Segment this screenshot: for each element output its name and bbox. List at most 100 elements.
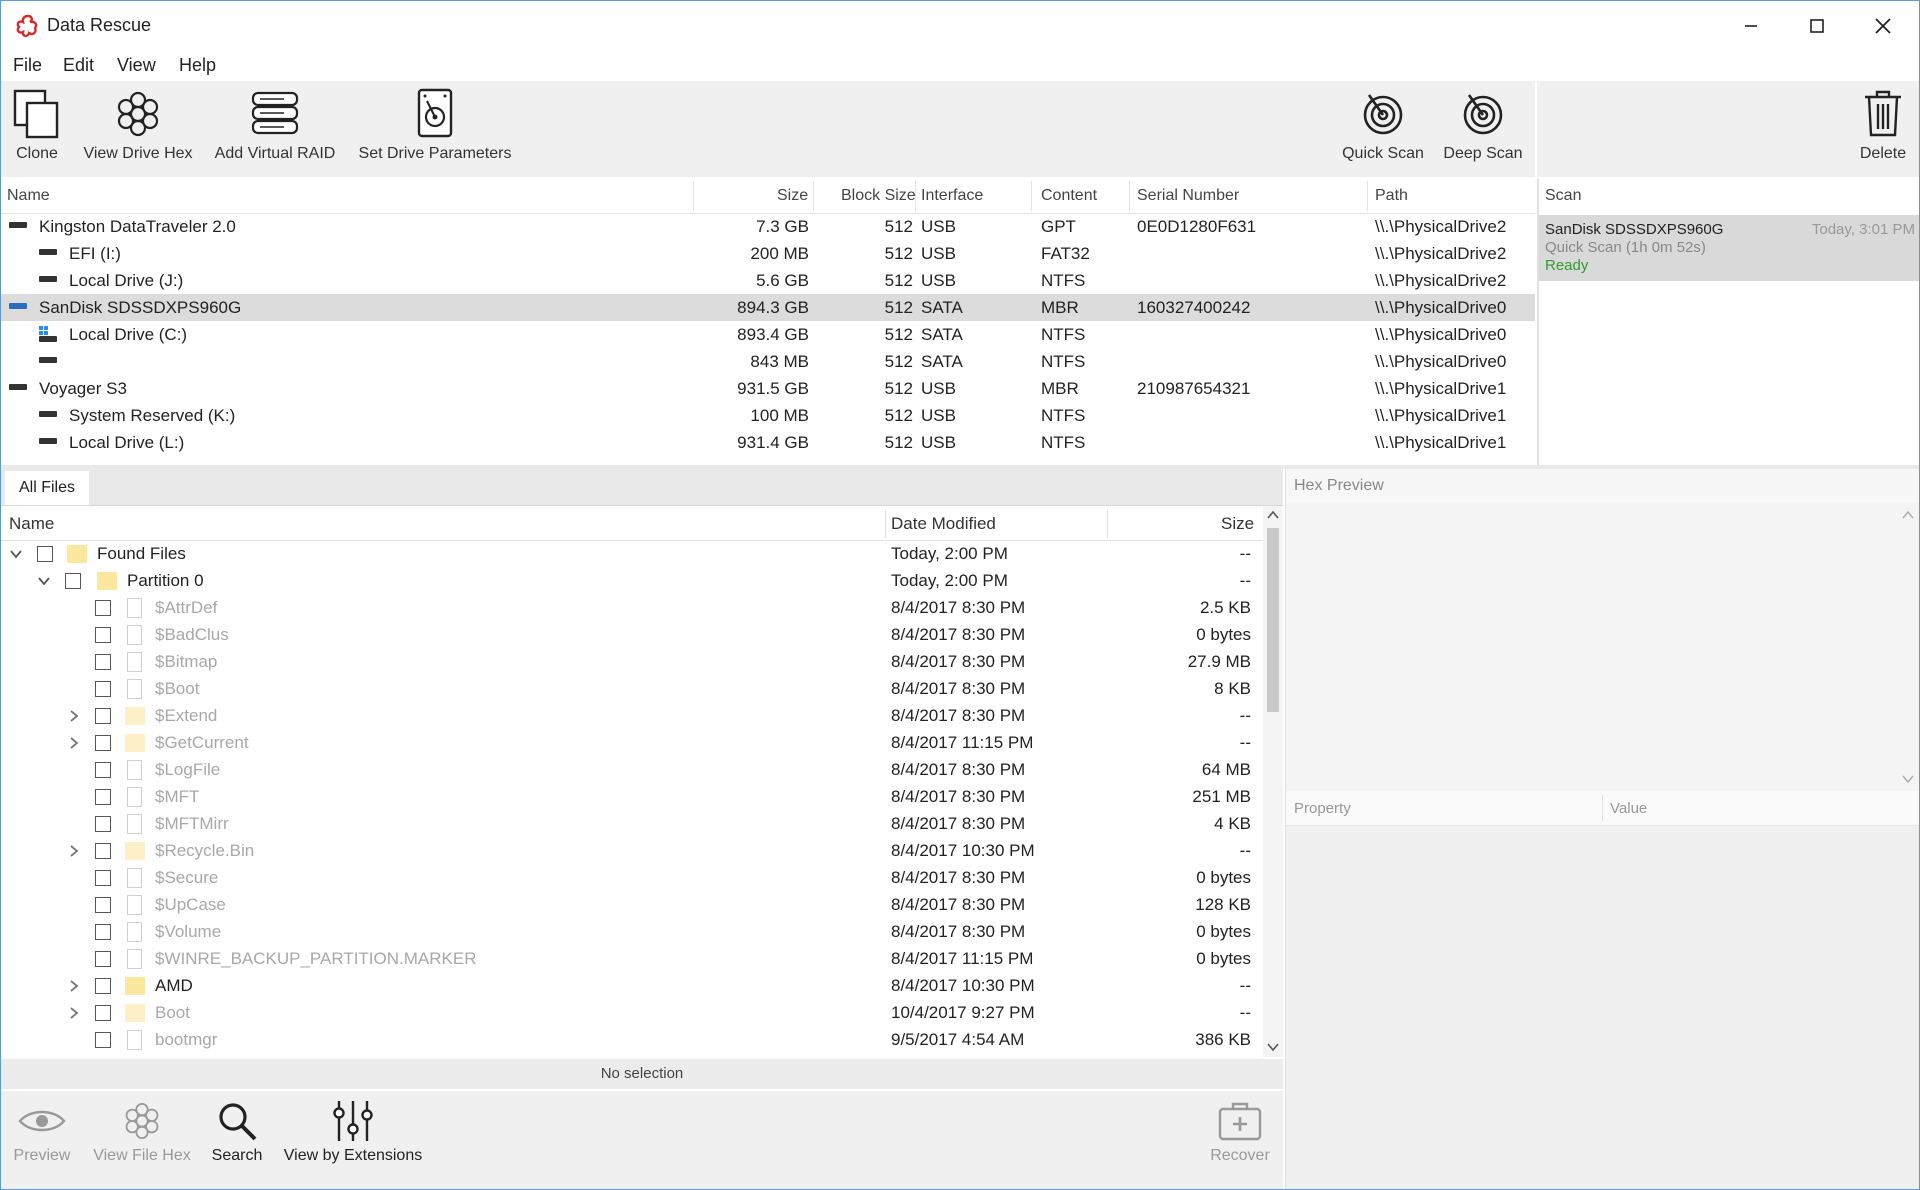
- tree-row[interactable]: $UpCase 8/4/2017 8:30 PM 128 KB: [1, 892, 1263, 919]
- drive-row-selected[interactable]: SanDisk SDSSDXPS960G 894.3 GB 512 SATA M…: [1, 294, 1535, 321]
- maximize-button[interactable]: [1785, 1, 1849, 51]
- tree-row[interactable]: $BadClus 8/4/2017 8:30 PM 0 bytes: [1, 622, 1263, 649]
- close-button[interactable]: [1851, 1, 1915, 51]
- row-checkbox[interactable]: [95, 843, 111, 859]
- chevron-down-icon[interactable]: [9, 547, 23, 561]
- drive-row[interactable]: EFI (I:) 200 MB 512 USB FAT32 \\.\Physic…: [1, 240, 1535, 267]
- row-checkbox[interactable]: [65, 573, 81, 589]
- view-file-hex-button[interactable]: View File Hex: [91, 1099, 193, 1165]
- row-checkbox[interactable]: [95, 789, 111, 805]
- tree-row[interactable]: $WINRE_BACKUP_PARTITION.MARKER 8/4/2017 …: [1, 946, 1263, 973]
- chevron-right-icon[interactable]: [67, 844, 81, 858]
- tree-row[interactable]: $GetCurrent 8/4/2017 11:15 PM --: [1, 730, 1263, 757]
- add-virtual-raid-button[interactable]: Add Virtual RAID: [213, 87, 337, 163]
- col-value[interactable]: Value: [1610, 800, 1647, 817]
- row-checkbox[interactable]: [95, 951, 111, 967]
- scan-item[interactable]: SanDisk SDSSDXPS960G Today, 3:01 PM Quic…: [1539, 215, 1919, 281]
- menu-file[interactable]: File: [13, 55, 42, 76]
- drive-row[interactable]: Local Drive (C:) 893.4 GB 512 SATA NTFS …: [1, 321, 1535, 348]
- row-checkbox[interactable]: [95, 870, 111, 886]
- deep-scan-button[interactable]: Deep Scan: [1439, 87, 1527, 163]
- row-checkbox[interactable]: [95, 762, 111, 778]
- row-checkbox[interactable]: [95, 681, 111, 697]
- tree-row[interactable]: Found Files Today, 2:00 PM --: [1, 541, 1263, 568]
- row-checkbox[interactable]: [95, 1005, 111, 1021]
- title-bar: Data Rescue: [1, 1, 1919, 51]
- view-by-extensions-button[interactable]: View by Extensions: [281, 1099, 425, 1165]
- drive-row[interactable]: Local Drive (J:) 5.6 GB 512 USB NTFS \\.…: [1, 267, 1535, 294]
- col-content[interactable]: Content: [1041, 187, 1097, 205]
- col-interface[interactable]: Interface: [921, 187, 983, 205]
- tree-row[interactable]: AMD 8/4/2017 10:30 PM --: [1, 973, 1263, 1000]
- tree-row[interactable]: $LogFile 8/4/2017 8:30 PM 64 MB: [1, 757, 1263, 784]
- tree-row[interactable]: $Secure 8/4/2017 8:30 PM 0 bytes: [1, 865, 1263, 892]
- scroll-down-icon[interactable]: [1902, 775, 1914, 783]
- preview-button[interactable]: Preview: [11, 1099, 73, 1165]
- tree-row[interactable]: $Boot 8/4/2017 8:30 PM 8 KB: [1, 676, 1263, 703]
- drive-row[interactable]: Local Drive (L:) 931.4 GB 512 USB NTFS \…: [1, 429, 1535, 456]
- drive-interface: SATA: [921, 352, 963, 371]
- scroll-up-icon[interactable]: [1902, 511, 1914, 519]
- tree-row[interactable]: $Volume 8/4/2017 8:30 PM 0 bytes: [1, 919, 1263, 946]
- col-date-modified[interactable]: Date Modified: [891, 514, 996, 534]
- tab-all-files[interactable]: All Files: [5, 471, 89, 505]
- tree-row[interactable]: $Recycle.Bin 8/4/2017 10:30 PM --: [1, 838, 1263, 865]
- tree-row[interactable]: bootmgr 9/5/2017 4:54 AM 386 KB: [1, 1027, 1263, 1055]
- row-checkbox[interactable]: [95, 654, 111, 670]
- tree-row[interactable]: $Bitmap 8/4/2017 8:30 PM 27.9 MB: [1, 649, 1263, 676]
- set-drive-parameters-button[interactable]: Set Drive Parameters: [355, 87, 515, 163]
- clone-button[interactable]: Clone: [11, 87, 63, 163]
- drive-row[interactable]: Kingston DataTraveler 2.0 7.3 GB 512 USB…: [1, 213, 1535, 240]
- drive-row[interactable]: System Reserved (K:) 100 MB 512 USB NTFS…: [1, 402, 1535, 429]
- scan-header: Scan: [1545, 187, 1582, 204]
- row-checkbox[interactable]: [37, 546, 53, 562]
- row-checkbox[interactable]: [95, 816, 111, 832]
- col-path[interactable]: Path: [1375, 187, 1408, 205]
- chevron-right-icon[interactable]: [67, 1006, 81, 1020]
- row-checkbox[interactable]: [95, 897, 111, 913]
- col-size[interactable]: Size: [1221, 514, 1254, 534]
- drive-row[interactable]: 843 MB 512 SATA NTFS \\.\PhysicalDrive0: [1, 348, 1535, 375]
- file-icon: [127, 760, 142, 780]
- col-name[interactable]: Name: [9, 514, 54, 534]
- file-list-scrollbar[interactable]: [1263, 506, 1283, 1057]
- minimize-button[interactable]: [1719, 1, 1783, 51]
- scrollbar-thumb[interactable]: [1267, 528, 1279, 712]
- col-block-size[interactable]: Block Size: [841, 187, 916, 205]
- scroll-down-icon[interactable]: [1267, 1042, 1279, 1052]
- chevron-right-icon[interactable]: [67, 979, 81, 993]
- row-checkbox[interactable]: [95, 600, 111, 616]
- view-drive-hex-button[interactable]: View Drive Hex: [83, 87, 193, 163]
- quick-scan-button[interactable]: Quick Scan: [1339, 87, 1427, 163]
- tree-row[interactable]: $AttrDef 8/4/2017 8:30 PM 2.5 KB: [1, 595, 1263, 622]
- chevron-down-icon[interactable]: [37, 574, 51, 588]
- file-date: 8/4/2017 8:30 PM: [891, 598, 1026, 617]
- hex-preview-area[interactable]: [1286, 503, 1919, 791]
- menu-view[interactable]: View: [117, 55, 156, 76]
- row-checkbox[interactable]: [95, 978, 111, 994]
- delete-button[interactable]: Delete: [1855, 87, 1911, 163]
- drive-row[interactable]: Voyager S3 931.5 GB 512 USB MBR 21098765…: [1, 375, 1535, 402]
- recover-button[interactable]: Recover: [1201, 1099, 1279, 1165]
- tree-row[interactable]: Partition 0 Today, 2:00 PM --: [1, 568, 1263, 595]
- chevron-right-icon[interactable]: [67, 709, 81, 723]
- row-checkbox[interactable]: [95, 627, 111, 643]
- scroll-up-icon[interactable]: [1267, 510, 1279, 520]
- row-checkbox[interactable]: [95, 708, 111, 724]
- col-name[interactable]: Name: [7, 187, 50, 205]
- chevron-right-icon[interactable]: [67, 736, 81, 750]
- row-checkbox[interactable]: [95, 1032, 111, 1048]
- tree-row[interactable]: $Extend 8/4/2017 8:30 PM --: [1, 703, 1263, 730]
- col-property[interactable]: Property: [1294, 800, 1351, 817]
- tree-row[interactable]: $MFTMirr 8/4/2017 8:30 PM 4 KB: [1, 811, 1263, 838]
- col-size[interactable]: Size: [777, 187, 808, 205]
- row-checkbox[interactable]: [95, 735, 111, 751]
- file-icon: [127, 1030, 142, 1050]
- search-button[interactable]: Search: [207, 1099, 267, 1165]
- tree-row[interactable]: $MFT 8/4/2017 8:30 PM 251 MB: [1, 784, 1263, 811]
- row-checkbox[interactable]: [95, 924, 111, 940]
- col-serial-number[interactable]: Serial Number: [1137, 187, 1239, 205]
- menu-help[interactable]: Help: [179, 55, 216, 76]
- tree-row[interactable]: Boot 10/4/2017 9:27 PM --: [1, 1000, 1263, 1027]
- menu-edit[interactable]: Edit: [63, 55, 94, 76]
